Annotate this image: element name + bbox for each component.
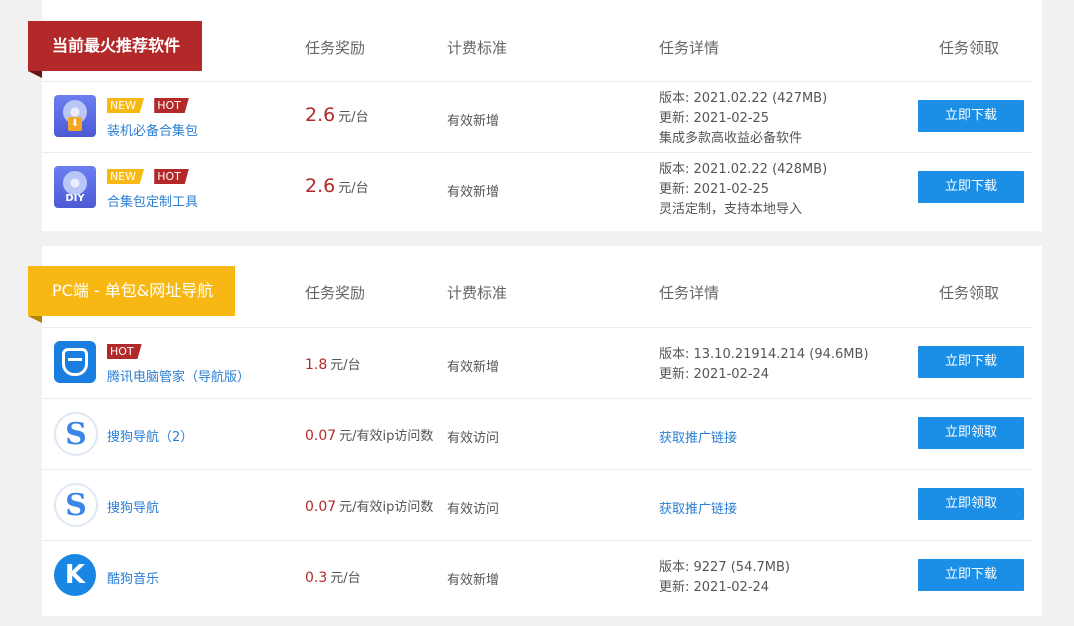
- table-row: K 酷狗音乐 0.3 元/台 有效新增 版本: 9227 (54.7MB) 更新:…: [42, 541, 1032, 611]
- software-name-link[interactable]: 搜狗导航（2）: [107, 426, 193, 445]
- update-text: 更新: 2021-02-25: [659, 182, 770, 197]
- billing-standard: 有效新增: [447, 573, 500, 588]
- task-detail: 版本: 2021.02.22 (427MB) 更新: 2021-02-25 集成…: [659, 89, 827, 149]
- table-row: S 搜狗导航 0.07 元/有效ip访问数 有效访问 获取推广链接 立即领取: [42, 470, 1032, 541]
- tag-group: HOT: [107, 344, 148, 359]
- download-button[interactable]: 立即下载: [918, 346, 1024, 378]
- task-detail: 版本: 9227 (54.7MB) 更新: 2021-02-24: [659, 558, 790, 598]
- reward-amount: 0.07 元/有效ip访问数: [305, 499, 434, 515]
- table-row: S 搜狗导航（2） 0.07 元/有效ip访问数 有效访问 获取推广链接 立即领取: [42, 399, 1032, 470]
- pc-single-package-panel: PC端 - 单包&网址导航 任务奖励 计费标准 任务详情 任务领取 HOT 腾讯…: [28, 246, 1042, 616]
- new-tag: NEW: [107, 169, 145, 184]
- download-button[interactable]: 立即下载: [918, 559, 1024, 591]
- version-text: 版本: 2021.02.22 (427MB): [659, 91, 828, 106]
- diy-package-icon[interactable]: DIY: [54, 166, 96, 208]
- download-button[interactable]: 立即下载: [918, 100, 1024, 132]
- reward-amount: 2.6 元/台: [305, 175, 369, 197]
- billing-standard: 有效新增: [447, 114, 500, 129]
- billing-standard: 有效新增: [447, 360, 500, 375]
- software-name-link[interactable]: 装机必备合集包: [107, 120, 198, 139]
- kugou-music-icon[interactable]: K: [54, 554, 96, 596]
- update-text: 更新: 2021-02-24: [659, 367, 770, 382]
- install-package-icon[interactable]: ⬇: [54, 95, 96, 137]
- description-text: 集成多款高收益必备软件: [659, 131, 803, 146]
- reward-amount: 2.6 元/台: [305, 104, 369, 126]
- billing-standard: 有效访问: [447, 502, 500, 517]
- version-text: 版本: 2021.02.22 (428MB): [659, 162, 828, 177]
- billing-standard: 有效访问: [447, 431, 500, 446]
- billing-standard: 有效新增: [447, 185, 500, 200]
- section-title-badge: 当前最火推荐软件: [28, 21, 203, 78]
- reward-unit: 元/有效ip访问数: [339, 500, 434, 515]
- section-title: 当前最火推荐软件: [52, 36, 181, 55]
- sogou-icon[interactable]: S: [54, 412, 98, 456]
- reward-unit: 元/有效ip访问数: [339, 429, 434, 444]
- column-header-claim: 任务领取: [939, 39, 1000, 57]
- reward-unit: 元/台: [330, 358, 361, 373]
- column-header-detail: 任务详情: [659, 39, 720, 57]
- hot-tag: HOT: [154, 169, 189, 184]
- task-detail: 版本: 13.10.21914.214 (94.6MB) 更新: 2021-02…: [659, 345, 869, 385]
- version-text: 版本: 13.10.21914.214 (94.6MB): [659, 347, 869, 362]
- hot-tag: HOT: [107, 344, 142, 359]
- column-header-detail: 任务详情: [659, 284, 720, 302]
- section-title: PC端 - 单包&网址导航: [52, 281, 214, 300]
- reward-amount: 1.8 元/台: [305, 357, 361, 373]
- section-header: PC端 - 单包&网址导航 任务奖励 计费标准 任务详情 任务领取: [28, 246, 1032, 328]
- tag-group: NEW HOT: [107, 169, 195, 184]
- tencent-pc-manager-icon[interactable]: [54, 341, 96, 383]
- version-text: 版本: 9227 (54.7MB): [659, 560, 790, 575]
- column-header-billing: 计费标准: [447, 39, 508, 57]
- column-header-reward: 任务奖励: [305, 39, 366, 57]
- column-header-billing: 计费标准: [447, 284, 508, 302]
- update-text: 更新: 2021-02-24: [659, 580, 770, 595]
- claim-button[interactable]: 立即领取: [918, 417, 1024, 449]
- reward-amount: 0.07 元/有效ip访问数: [305, 428, 434, 444]
- reward-unit: 元/台: [338, 110, 369, 125]
- reward-amount: 0.3 元/台: [305, 570, 361, 586]
- section-header: 当前最火推荐软件 任务奖励 计费标准 任务详情 任务领取: [28, 0, 1032, 82]
- column-header-claim: 任务领取: [939, 284, 1000, 302]
- description-text: 灵活定制，支持本地导入: [659, 202, 803, 217]
- download-button[interactable]: 立即下载: [918, 171, 1024, 203]
- hot-tag: HOT: [154, 98, 189, 113]
- task-detail: 版本: 2021.02.22 (428MB) 更新: 2021-02-25 灵活…: [659, 160, 827, 220]
- sogou-icon[interactable]: S: [54, 483, 98, 527]
- software-name-link[interactable]: 酷狗音乐: [107, 568, 159, 587]
- claim-button[interactable]: 立即领取: [918, 488, 1024, 520]
- table-row: HOT 腾讯电脑管家（导航版） 1.8 元/台 有效新增 版本: 13.10.21…: [42, 328, 1032, 399]
- software-name-link[interactable]: 腾讯电脑管家（导航版）: [107, 366, 250, 385]
- table-row: ⬇ NEW HOT 装机必备合集包 2.6 元/台 有效新增 版本: 2021.0…: [42, 82, 1032, 153]
- new-tag: NEW: [107, 98, 145, 113]
- get-promo-link[interactable]: 获取推广链接: [659, 427, 737, 446]
- table-row: DIY NEW HOT 合集包定制工具 2.6 元/台 有效新增 版本: 2021…: [42, 153, 1032, 223]
- hot-software-panel: 当前最火推荐软件 任务奖励 计费标准 任务详情 任务领取 ⬇ NEW HOT 装…: [28, 0, 1042, 231]
- software-name-link[interactable]: 搜狗导航: [107, 497, 159, 516]
- update-text: 更新: 2021-02-25: [659, 111, 770, 126]
- reward-unit: 元/台: [338, 181, 369, 196]
- get-promo-link[interactable]: 获取推广链接: [659, 498, 737, 517]
- tag-group: NEW HOT: [107, 98, 195, 113]
- column-header-reward: 任务奖励: [305, 284, 366, 302]
- reward-unit: 元/台: [330, 571, 361, 586]
- section-title-badge: PC端 - 单包&网址导航: [28, 266, 236, 323]
- software-name-link[interactable]: 合集包定制工具: [107, 191, 198, 210]
